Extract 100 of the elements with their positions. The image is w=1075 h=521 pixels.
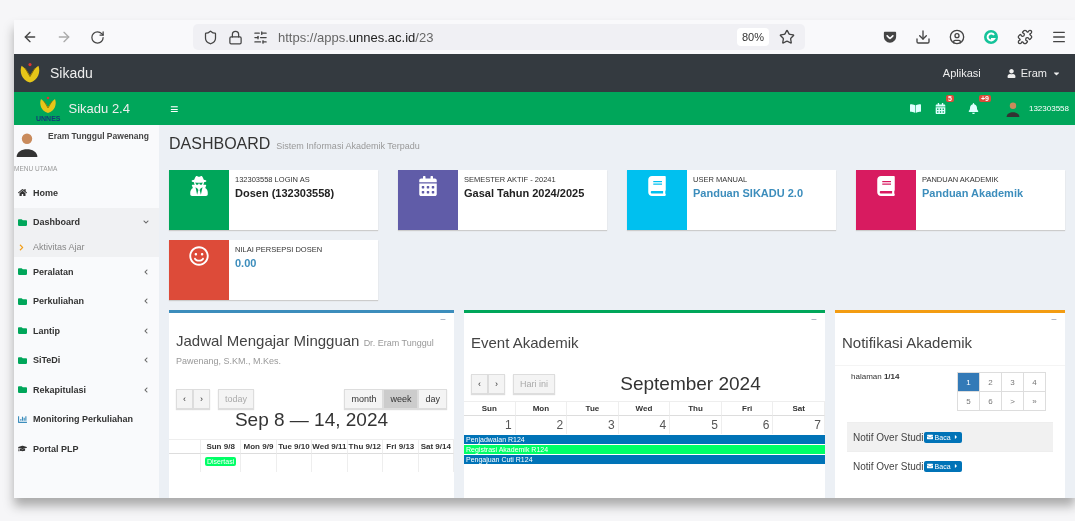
day-number: 3 <box>567 416 619 434</box>
extensions-icon[interactable] <box>1017 29 1033 45</box>
page-link[interactable]: » <box>1023 391 1046 411</box>
caret-icon <box>952 463 959 469</box>
zoom-level[interactable]: 80% <box>736 28 769 46</box>
day-header: Mon 9/9 <box>241 440 277 454</box>
notification-title: Notif Over Studi <box>853 460 924 472</box>
weekday-header: Thu <box>670 402 722 416</box>
page-link[interactable]: 5 <box>957 391 980 411</box>
menu-toggle[interactable]: ≡ <box>170 100 179 117</box>
brand-name: Sikadu <box>50 65 93 81</box>
weekday-header: Fri <box>721 402 774 416</box>
day-header: Thu 9/12 <box>347 440 384 454</box>
url-text: https://apps.unnes.ac.id/23 <box>278 29 435 45</box>
weekday-header: Wed <box>618 402 671 416</box>
info-link[interactable]: Panduan Akademik <box>922 187 1024 199</box>
info-link[interactable]: Panduan SIKADU 2.0 <box>693 187 804 199</box>
back-icon[interactable] <box>22 29 38 45</box>
book-icon[interactable] <box>910 103 922 114</box>
sidebar-item[interactable]: Dashboard <box>14 207 159 237</box>
logo-icon <box>38 95 59 115</box>
envelope-icon <box>926 463 933 469</box>
prev-button[interactable]: ‹ <box>176 389 193 409</box>
lock-icon <box>228 29 243 45</box>
home-icon <box>18 188 27 198</box>
chevron-left-icon <box>143 327 149 334</box>
view-tab[interactable]: month <box>344 389 384 409</box>
panel-title: Event Akademik <box>470 335 580 351</box>
collapse-button[interactable]: − <box>432 313 454 327</box>
notification-title: Notif Over Studi <box>853 431 924 443</box>
date-range: Sep 8 — 14, 2024 <box>233 409 390 431</box>
user-menu[interactable]: Eram <box>1006 67 1061 79</box>
collapse-button[interactable]: − <box>803 313 825 327</box>
aplikasi-link[interactable]: Aplikasi <box>942 67 981 79</box>
chevron-left-icon <box>143 268 149 275</box>
folder-icon <box>18 217 27 227</box>
sidebar-item[interactable]: Monitoring Perkuliahan <box>14 404 159 434</box>
panel-title: Notifikasi Akademik <box>835 335 1065 366</box>
sidebar-item[interactable]: Portal PLP <box>14 434 159 464</box>
folder-icon <box>18 296 27 306</box>
weekday-header: Sat <box>773 402 825 416</box>
day-number: 6 <box>721 416 774 434</box>
account-icon[interactable] <box>949 29 965 45</box>
page-subtitle: Sistem Informasi Akademik Terpadu <box>276 141 420 151</box>
view-tab[interactable]: week <box>383 389 419 409</box>
sidebar-subitem[interactable]: Aktivitas Ajar <box>14 237 159 257</box>
bell-icon[interactable] <box>967 103 979 114</box>
weekday-header: Sun <box>464 402 516 416</box>
chart-icon <box>18 414 27 424</box>
chevron-right-icon <box>18 243 25 251</box>
user-id: 132303558 <box>1028 104 1069 113</box>
prev-button[interactable]: ‹ <box>471 374 488 394</box>
reload-icon[interactable] <box>90 29 105 45</box>
page-title: DASHBOARD <box>169 135 271 153</box>
avatar-icon <box>1004 100 1021 117</box>
info-value: Dosen (132303558) <box>235 187 335 199</box>
next-button[interactable]: › <box>488 374 505 394</box>
day-number: 7 <box>773 416 825 434</box>
next-button[interactable]: › <box>193 389 210 409</box>
weekday-header: Tue <box>567 402 619 416</box>
day-header: Sun 9/8 <box>201 440 242 454</box>
folder-icon <box>18 267 27 277</box>
day-number: 5 <box>670 416 722 434</box>
chevron-left-icon <box>143 357 149 364</box>
download-icon[interactable] <box>915 29 931 45</box>
sidebar-item[interactable]: Lantip <box>14 316 159 346</box>
permissions-icon[interactable] <box>253 29 268 45</box>
day-number: 4 <box>618 416 671 434</box>
calendar-icon[interactable] <box>935 103 947 114</box>
view-tab[interactable]: day <box>418 389 447 409</box>
envelope-icon <box>926 434 933 440</box>
avatar-icon <box>14 131 40 157</box>
address-bar[interactable]: https://apps.unnes.ac.id/23 80% <box>193 24 805 50</box>
folder-icon <box>18 385 27 395</box>
sidebar-item[interactable]: SiTeDi <box>14 345 159 375</box>
sidebar-item[interactable]: Rekapitulasi <box>14 375 159 405</box>
pocket-icon[interactable] <box>883 30 897 44</box>
chevron-down-icon <box>143 219 149 226</box>
brand-name: Sikadu 2.4 <box>68 101 130 116</box>
page-info: halaman 1/14 <box>851 372 900 383</box>
day-number: 2 <box>515 416 568 434</box>
day-number: 1 <box>464 416 516 434</box>
logo-icon <box>18 61 42 85</box>
user-name: Eram Tunggul Pawenang <box>48 131 149 143</box>
sidebar-item[interactable]: Home <box>14 178 159 208</box>
month-title: September 2024 <box>619 373 762 395</box>
chevron-left-icon <box>143 386 149 393</box>
panel-title: Jadwal Mengajar Mingguan Dr. Eram Tunggul Pawenang, S.KM., M.Kes. <box>175 333 435 368</box>
sidebar-item[interactable]: Peralatan <box>14 257 159 287</box>
shield-icon <box>203 29 218 45</box>
sidebar-item[interactable]: Perkuliahan <box>14 286 159 316</box>
star-icon[interactable] <box>779 29 795 45</box>
day-header: Tue 9/10 <box>276 440 313 454</box>
collapse-button[interactable]: − <box>1043 313 1065 327</box>
info-value: Gasal Tahun 2024/2025 <box>464 187 585 199</box>
page-link[interactable]: 1 <box>957 372 980 392</box>
page-link[interactable]: 4 <box>1023 372 1046 392</box>
menu-icon[interactable] <box>1051 29 1067 45</box>
info-link[interactable]: 0.00 <box>235 257 323 269</box>
day-header: Wed 9/11 <box>312 440 348 454</box>
